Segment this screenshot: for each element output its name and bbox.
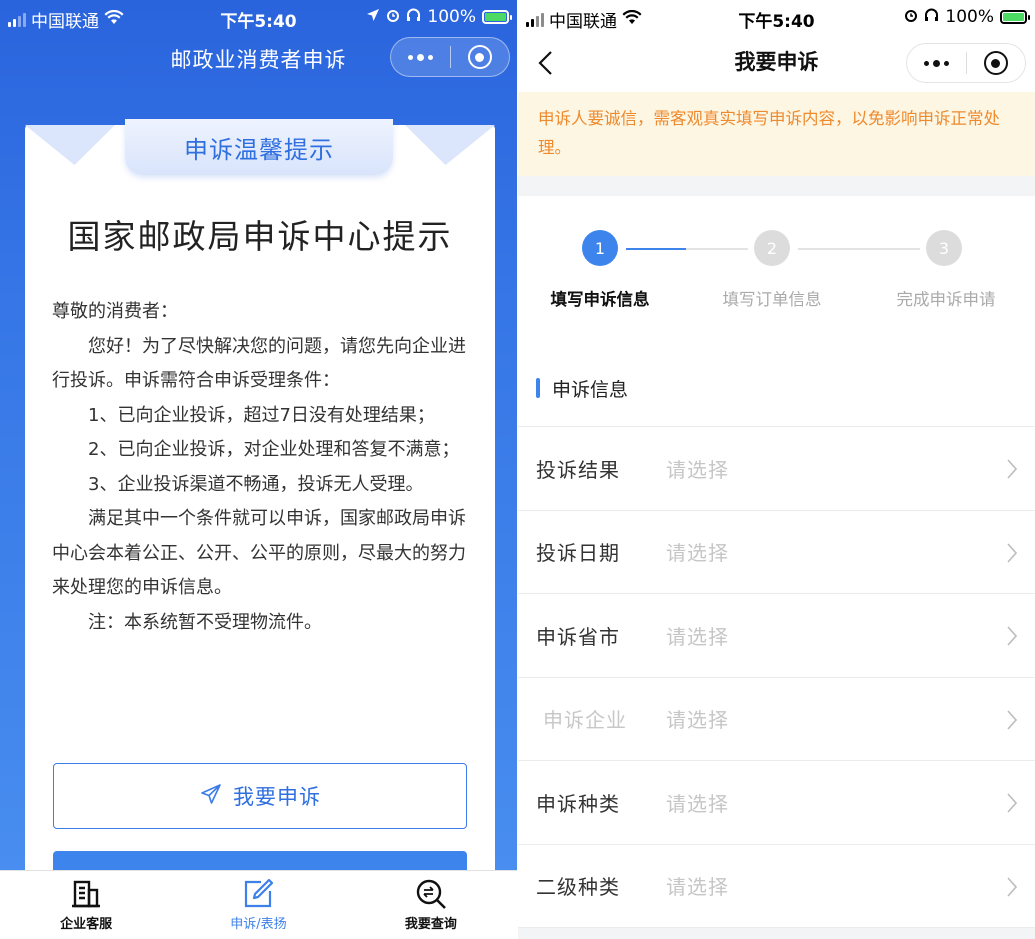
search-icon [414, 875, 448, 913]
notice-text: 尊敬的消费者： 您好！为了尽快解决您的问题，请您先向企业进行投诉。申诉需符合申诉… [52, 295, 472, 640]
step-connector [686, 248, 748, 250]
field-placeholder: 请选择 [666, 541, 729, 566]
battery-icon [482, 10, 512, 24]
send-icon [199, 782, 223, 811]
chevron-right-icon [1007, 542, 1018, 563]
chevron-right-icon [1007, 709, 1018, 730]
mini-program-capsule [390, 37, 510, 77]
section-accent-bar [536, 378, 540, 398]
close-program-button[interactable] [967, 44, 1026, 82]
field-subtype[interactable]: 二级种类 请选择 [518, 845, 1035, 928]
field-enterprise[interactable]: 申诉企业 请选择 [518, 678, 1035, 761]
target-icon [983, 51, 1008, 75]
chevron-right-icon [1007, 876, 1018, 897]
field-complaint-type[interactable]: 申诉种类 请选择 [518, 761, 1035, 845]
notice-paragraph: 您好！为了尽快解决您的问题，请您先向企业进行投诉。申诉需符合申诉受理条件： [52, 335, 466, 392]
more-dots-icon [923, 59, 949, 67]
battery-percent: 100% [945, 7, 994, 27]
headphones-icon [924, 7, 939, 27]
chevron-right-icon [1007, 793, 1018, 813]
field-label: 投诉结果 [536, 457, 620, 482]
field-complaint-date[interactable]: 投诉日期 请选择 [518, 511, 1035, 594]
ribbon-decoration [405, 125, 495, 165]
close-program-button[interactable] [451, 38, 510, 76]
step-1-label: 填写申诉信息 [550, 290, 650, 309]
status-bar: 中国联通 下午5:40 100% [518, 0, 1035, 34]
more-button[interactable] [907, 44, 966, 82]
edit-icon [241, 875, 275, 913]
field-province-city[interactable]: 申诉省市 请选择 [518, 594, 1035, 678]
ribbon-title: 申诉温馨提示 [125, 119, 393, 175]
step-3-label: 完成申诉申请 [896, 290, 996, 309]
alarm-icon [386, 7, 400, 27]
nav-bar: 我要申诉 [518, 34, 1035, 92]
step-3-indicator: 3 [926, 230, 962, 266]
progress-steps: 1 2 3 填写申诉信息 填写订单信息 完成申诉申请 [518, 196, 1035, 350]
step-connector [626, 248, 686, 250]
more-button[interactable] [391, 38, 450, 76]
tab-enterprise-service[interactable]: 企业客服 [0, 871, 172, 939]
status-bar: 中国联通 下午5:40 100% [0, 0, 517, 34]
greeting: 尊敬的消费者： [52, 301, 178, 322]
complaint-info-form: 申诉信息 投诉结果 请选择 投诉日期 请选择 申诉省市 请选择 申诉企业 请选择… [518, 350, 1035, 928]
tab-query[interactable]: 我要查询 [345, 871, 517, 939]
tab-complain[interactable]: 申诉/表扬 [172, 871, 344, 939]
tab-bar: 企业客服 申诉/表扬 我要查询 [0, 870, 517, 939]
notice-paragraph: 满足其中一个条件就可以申诉，国家邮政局申诉中心会本着公正、公开、公平的原则，尽最… [52, 508, 466, 598]
field-placeholder: 请选择 [666, 624, 729, 649]
target-icon [467, 45, 492, 69]
ribbon-decoration [25, 125, 115, 165]
field-label: 投诉日期 [536, 541, 620, 566]
field-placeholder: 请选择 [666, 791, 729, 816]
field-label: 申诉省市 [536, 624, 620, 649]
field-label: 二级种类 [536, 875, 620, 900]
step-connector [798, 248, 920, 250]
condition-2: 2、已向企业投诉，对企业处理和答复不满意； [88, 439, 460, 460]
section-header: 申诉信息 [518, 350, 1035, 427]
notice-note: 注：本系统暂不受理物流件。 [88, 611, 322, 633]
field-placeholder: 请选择 [666, 457, 729, 482]
mini-program-capsule [906, 43, 1026, 83]
step-2-indicator: 2 [754, 230, 790, 266]
field-placeholder: 请选择 [666, 708, 729, 733]
left-screen: 中国联通 下午5:40 100% 邮政业消费者申诉 申诉温馨提示 国家邮政局申诉… [0, 0, 517, 939]
condition-1: 1、已向企业投诉，超过7日没有处理结果； [88, 404, 435, 426]
complain-button[interactable]: 我要申诉 [53, 763, 467, 829]
notice-card: 申诉温馨提示 国家邮政局申诉中心提示 尊敬的消费者： 您好！为了尽快解决您的问题… [25, 119, 495, 911]
building-icon [70, 875, 102, 913]
battery-icon [1000, 10, 1030, 24]
headphones-icon [406, 7, 421, 27]
field-label: 申诉种类 [536, 791, 620, 816]
field-label: 申诉企业 [543, 708, 627, 733]
field-complaint-result[interactable]: 投诉结果 请选择 [518, 427, 1035, 511]
step-2-label: 填写订单信息 [722, 290, 822, 309]
alarm-icon [904, 7, 918, 27]
chevron-right-icon [1007, 626, 1018, 646]
step-1-indicator: 1 [582, 230, 618, 266]
field-placeholder: 请选择 [666, 875, 729, 900]
condition-3: 3、企业投诉渠道不畅通，投诉无人受理。 [88, 473, 424, 495]
integrity-warning: 申诉人要诚信，需客观真实填写申诉内容，以免影响申诉正常处理。 [518, 92, 1035, 176]
location-icon [366, 7, 380, 27]
card-title: 国家邮政局申诉中心提示 [67, 217, 453, 256]
right-screen: 中国联通 下午5:40 100% 我要申诉 申诉人要诚信，需客观真实填写申诉内容… [518, 0, 1035, 939]
battery-percent: 100% [427, 7, 476, 27]
chevron-right-icon [1007, 459, 1018, 479]
more-dots-icon [407, 53, 433, 61]
